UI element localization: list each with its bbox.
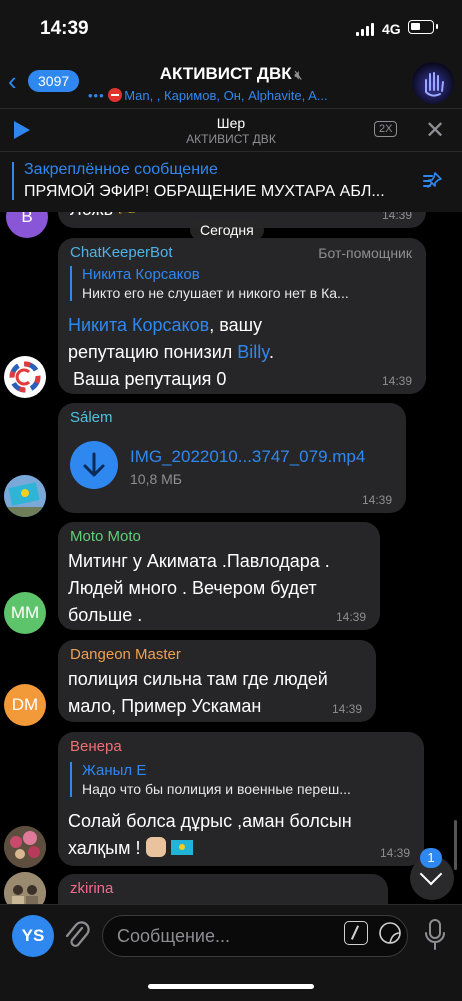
message-text: Митинг у Акимата .Павлодара . Людей мног… xyxy=(68,551,330,625)
reply-text: Никто его не слушает и никого нет в Ка..… xyxy=(82,285,349,301)
message-text: Солай болса дұрыс ,аман болсын халқым ! xyxy=(68,811,352,858)
chat-title-text: АКТИВИСТ ДВК xyxy=(159,64,292,83)
message-time: 14:39 xyxy=(379,846,410,860)
message-text: полиция сильна там где людей мало, Приме… xyxy=(68,669,328,716)
download-button[interactable] xyxy=(70,441,118,489)
sticker-icon[interactable] xyxy=(378,921,402,945)
chat-avatar[interactable] xyxy=(412,62,454,104)
message-bubble-moto[interactable]: Moto Moto Митинг у Акимата .Павлодара . … xyxy=(58,522,380,630)
status-bar: 14:39 4G xyxy=(0,0,462,58)
pinned-list-icon[interactable] xyxy=(420,170,444,194)
chat-header: ‹ 3097 АКТИВИСТ ДВК 🔇︎ ••• Man, , Каримов… xyxy=(0,58,462,108)
close-icon[interactable]: ✕ xyxy=(425,116,445,145)
message-bubble-bot[interactable]: ChatKeeperBot Бот-помощник Никита Корсак… xyxy=(58,238,426,394)
bot-commands-icon[interactable] xyxy=(344,921,368,945)
message-sender[interactable]: ChatKeeperBot xyxy=(70,244,173,261)
message-bubble-venera[interactable]: Венера Жаныл Е Надо что бы полиция и вое… xyxy=(58,732,424,866)
unread-badge: 1 xyxy=(420,848,442,868)
home-indicator xyxy=(148,984,314,989)
sender-role: Бот-помощник xyxy=(318,245,412,261)
status-time: 14:39 xyxy=(40,18,89,39)
message-time: 14:39 xyxy=(331,702,362,716)
avatar-initials: MM xyxy=(10,603,40,622)
message-sender[interactable]: zkirina xyxy=(70,880,113,897)
message-sender[interactable]: Венера xyxy=(70,738,122,755)
avatar[interactable] xyxy=(4,356,46,398)
chat-title[interactable]: АКТИВИСТ ДВК 🔇︎ xyxy=(0,64,462,84)
flowers-photo-icon xyxy=(4,826,46,868)
avatar[interactable]: DM xyxy=(4,684,46,726)
message-time: 14:39 xyxy=(361,493,392,507)
reply-quote[interactable]: Никита Корсаков Никто его не слушает и н… xyxy=(70,266,422,301)
scrollbar[interactable] xyxy=(454,820,457,870)
fist-emoji xyxy=(145,837,166,857)
avatar-initials: DM xyxy=(11,695,39,714)
message-bubble-file[interactable]: Sálem IMG_2022010...3747_079.mp4 10,8 МБ… xyxy=(58,403,406,513)
pinned-text: ПРЯМОЙ ЭФИР! ОБРАЩЕНИЕ МУХТАРА АБЛ... xyxy=(24,183,385,200)
playback-speed-button[interactable]: 2X xyxy=(374,121,398,137)
message-text: Никита Корсаков, вашу репутацию понизил … xyxy=(68,315,274,389)
avatar[interactable]: MM xyxy=(4,592,46,634)
typing-dots-icon: ••• xyxy=(88,88,105,103)
message-time: 14:39 xyxy=(335,610,366,624)
reply-author: Жаныл Е xyxy=(82,762,147,779)
kazakh-flag-photo-icon xyxy=(4,475,46,517)
reply-text: Надо что бы полиция и военные переш... xyxy=(82,781,351,797)
file-name[interactable]: IMG_2022010...3747_079.mp4 xyxy=(130,447,365,467)
message-sender[interactable]: Sálem xyxy=(70,409,113,426)
mention-link[interactable]: Billy xyxy=(237,342,269,362)
date-divider: Сегодня xyxy=(190,220,264,240)
chat-members-preview[interactable]: ••• Man, , Каримов, Он, Alphavite, A... xyxy=(88,88,398,103)
mention-link[interactable]: Никита Корсаков xyxy=(68,315,209,335)
hand-logo-icon xyxy=(425,72,444,97)
reply-quote[interactable]: Жаныл Е Надо что бы полиция и военные пе… xyxy=(70,762,422,797)
muted-icon: 🔇︎ xyxy=(294,68,303,82)
no-entry-icon xyxy=(108,88,123,102)
signal-icon xyxy=(356,22,376,36)
avatar[interactable] xyxy=(4,475,46,517)
kazakhstan-flag-emoji xyxy=(170,840,193,855)
message-placeholder: Сообщение... xyxy=(117,926,230,946)
pinned-indicator xyxy=(12,162,14,200)
message-time: 14:39 xyxy=(381,374,412,388)
download-arrow-icon xyxy=(83,452,105,477)
message-sender[interactable]: Dangeon Master xyxy=(70,646,181,663)
reply-author: Никита Корсаков xyxy=(82,266,200,283)
send-as-avatar[interactable]: YS xyxy=(12,915,54,957)
audio-player-bar[interactable]: Шер АКТИВИСТ ДВК 2X ✕ xyxy=(0,108,462,151)
battery-icon xyxy=(408,20,438,34)
paperclip-icon[interactable] xyxy=(62,919,92,953)
avatar[interactable] xyxy=(4,826,46,868)
pinned-overlay[interactable]: Закреплённое сообщение ПРЯМОЙ ЭФИР! ОБРА… xyxy=(0,151,462,212)
message-sender[interactable]: Moto Moto xyxy=(70,528,141,545)
microphone-icon[interactable] xyxy=(422,917,448,953)
chatkeeper-logo-icon xyxy=(9,361,41,393)
network-label: 4G xyxy=(382,21,401,37)
members-text: Man, , Каримов, Он, Alphavite, A... xyxy=(124,88,328,103)
message-bubble-dungeon[interactable]: Dangeon Master полиция сильна там где лю… xyxy=(58,640,376,722)
file-size: 10,8 МБ xyxy=(130,471,182,487)
pinned-title: Закреплённое сообщение xyxy=(24,161,218,178)
